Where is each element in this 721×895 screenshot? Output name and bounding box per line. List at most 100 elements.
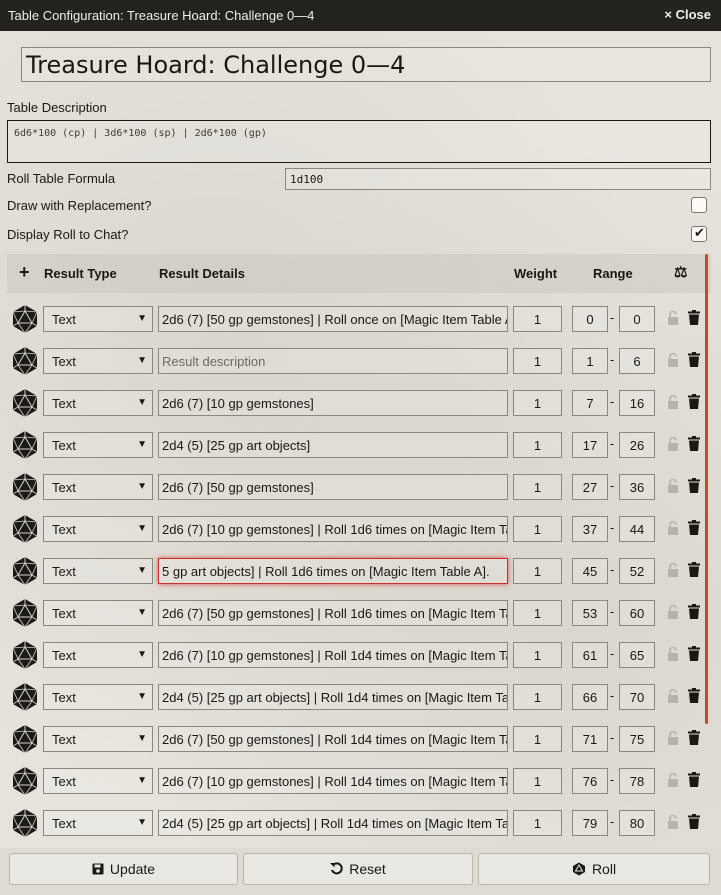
- roll-button[interactable]: Roll: [478, 853, 710, 885]
- weight-input[interactable]: 1: [513, 600, 562, 626]
- result-details-input[interactable]: 2d6 (7) [50 gp gemstones] | Roll once on…: [158, 306, 508, 332]
- range-high-input[interactable]: 6: [619, 348, 655, 374]
- result-type-select[interactable]: Text ▼: [43, 516, 153, 542]
- trash-icon[interactable]: [688, 646, 700, 661]
- range-low-input[interactable]: 7: [572, 390, 608, 416]
- d20-icon[interactable]: [11, 388, 39, 418]
- range-high-input[interactable]: 75: [619, 726, 655, 752]
- range-low-input[interactable]: 76: [572, 768, 608, 794]
- trash-icon[interactable]: [688, 772, 700, 787]
- result-details-input[interactable]: 2d6 (7) [10 gp gemstones]: [158, 390, 508, 416]
- result-type-select[interactable]: Text ▼: [43, 432, 153, 458]
- result-details-input[interactable]: 2d4 (5) [25 gp art objects] | Roll 1d4 t…: [158, 810, 508, 836]
- trash-icon[interactable]: [688, 394, 700, 409]
- scrollbar[interactable]: [705, 254, 708, 724]
- range-low-input[interactable]: 66: [572, 684, 608, 710]
- result-type-select[interactable]: Text ▼: [43, 348, 153, 374]
- reset-button[interactable]: Reset: [243, 853, 473, 885]
- unlock-icon[interactable]: [667, 647, 679, 661]
- weight-input[interactable]: 1: [513, 768, 562, 794]
- result-details-input[interactable]: 2d6 (7) [10 gp gemstones] | Roll 1d4 tim…: [158, 642, 508, 668]
- replacement-checkbox[interactable]: [691, 197, 707, 213]
- trash-icon[interactable]: [688, 604, 700, 619]
- trash-icon[interactable]: [688, 310, 700, 325]
- range-low-input[interactable]: 1: [572, 348, 608, 374]
- unlock-icon[interactable]: [667, 605, 679, 619]
- unlock-icon[interactable]: [667, 395, 679, 409]
- display-roll-checkbox[interactable]: [691, 226, 707, 242]
- range-high-input[interactable]: 80: [619, 810, 655, 836]
- unlock-icon[interactable]: [667, 437, 679, 451]
- weight-input[interactable]: 1: [513, 432, 562, 458]
- d20-icon[interactable]: [11, 346, 39, 376]
- weight-input[interactable]: 1: [513, 684, 562, 710]
- result-type-select[interactable]: Text ▼: [43, 768, 153, 794]
- table-name-input[interactable]: Treasure Hoard: Challenge 0—4: [21, 47, 711, 82]
- unlock-icon[interactable]: [667, 773, 679, 787]
- close-button[interactable]: × Close: [664, 7, 711, 22]
- add-result-button[interactable]: +: [19, 262, 30, 283]
- result-type-select[interactable]: Text ▼: [43, 726, 153, 752]
- unlock-icon[interactable]: [667, 731, 679, 745]
- result-type-select[interactable]: Text ▼: [43, 306, 153, 332]
- result-details-input[interactable]: 2d6 (7) [50 gp gemstones] | Roll 1d4 tim…: [158, 726, 508, 752]
- result-details-input[interactable]: 2d6 (7) [10 gp gemstones] | Roll 1d6 tim…: [158, 516, 508, 542]
- weight-input[interactable]: 1: [513, 306, 562, 332]
- weight-input[interactable]: 1: [513, 642, 562, 668]
- range-high-input[interactable]: 70: [619, 684, 655, 710]
- range-low-input[interactable]: 71: [572, 726, 608, 752]
- unlock-icon[interactable]: [667, 311, 679, 325]
- range-high-input[interactable]: 16: [619, 390, 655, 416]
- result-type-select[interactable]: Text ▼: [43, 600, 153, 626]
- weight-input[interactable]: 1: [513, 810, 562, 836]
- d20-icon[interactable]: [11, 808, 39, 838]
- result-type-select[interactable]: Text ▼: [43, 474, 153, 500]
- trash-icon[interactable]: [688, 688, 700, 703]
- result-type-select[interactable]: Text ▼: [43, 684, 153, 710]
- range-low-input[interactable]: 79: [572, 810, 608, 836]
- d20-icon[interactable]: [11, 598, 39, 628]
- description-editor[interactable]: 6d6*100 (cp) | 3d6*100 (sp) | 2d6*100 (g…: [7, 120, 711, 163]
- d20-icon[interactable]: [11, 640, 39, 670]
- unlock-icon[interactable]: [667, 689, 679, 703]
- unlock-icon[interactable]: [667, 353, 679, 367]
- result-details-input[interactable]: 2d6 (7) [50 gp gemstones] | Roll 1d6 tim…: [158, 600, 508, 626]
- window-titlebar[interactable]: Table Configuration: Treasure Hoard: Cha…: [0, 0, 721, 31]
- range-high-input[interactable]: 26: [619, 432, 655, 458]
- result-details-input[interactable]: 5 gp art objects] | Roll 1d6 times on [M…: [158, 558, 508, 584]
- range-low-input[interactable]: 27: [572, 474, 608, 500]
- d20-icon[interactable]: [11, 682, 39, 712]
- range-low-input[interactable]: 53: [572, 600, 608, 626]
- result-details-input[interactable]: 2d6 (7) [50 gp gemstones]: [158, 474, 508, 500]
- d20-icon[interactable]: [11, 430, 39, 460]
- weight-input[interactable]: 1: [513, 390, 562, 416]
- range-low-input[interactable]: 0: [572, 306, 608, 332]
- trash-icon[interactable]: [688, 520, 700, 535]
- normalize-icon[interactable]: ⚖: [674, 263, 687, 281]
- trash-icon[interactable]: [688, 436, 700, 451]
- weight-input[interactable]: 1: [513, 726, 562, 752]
- unlock-icon[interactable]: [667, 563, 679, 577]
- d20-icon[interactable]: [11, 766, 39, 796]
- result-type-select[interactable]: Text ▼: [43, 390, 153, 416]
- range-high-input[interactable]: 36: [619, 474, 655, 500]
- result-details-input[interactable]: 2d6 (7) [10 gp gemstones] | Roll 1d4 tim…: [158, 768, 508, 794]
- range-low-input[interactable]: 45: [572, 558, 608, 584]
- range-high-input[interactable]: 44: [619, 516, 655, 542]
- range-high-input[interactable]: 65: [619, 642, 655, 668]
- unlock-icon[interactable]: [667, 815, 679, 829]
- range-low-input[interactable]: 61: [572, 642, 608, 668]
- update-button[interactable]: Update: [9, 853, 238, 885]
- range-high-input[interactable]: 0: [619, 306, 655, 332]
- trash-icon[interactable]: [688, 562, 700, 577]
- trash-icon[interactable]: [688, 478, 700, 493]
- trash-icon[interactable]: [688, 730, 700, 745]
- result-type-select[interactable]: Text ▼: [43, 810, 153, 836]
- result-details-input[interactable]: Result description: [158, 348, 508, 374]
- result-type-select[interactable]: Text ▼: [43, 558, 153, 584]
- d20-icon[interactable]: [11, 472, 39, 502]
- weight-input[interactable]: 1: [513, 474, 562, 500]
- weight-input[interactable]: 1: [513, 558, 562, 584]
- range-high-input[interactable]: 78: [619, 768, 655, 794]
- unlock-icon[interactable]: [667, 479, 679, 493]
